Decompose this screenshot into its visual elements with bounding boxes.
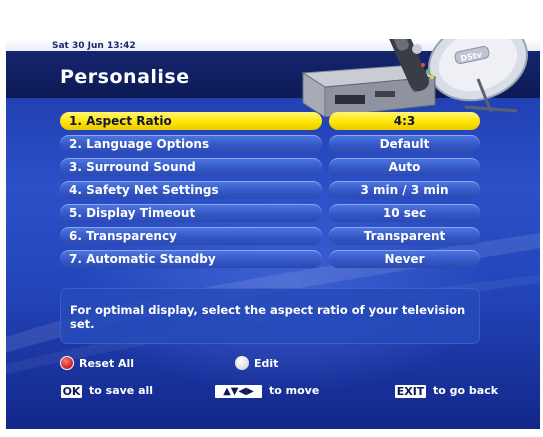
ok-key-icon[interactable]: OK xyxy=(61,385,82,398)
help-text: For optimal display, select the aspect r… xyxy=(70,303,466,331)
menu-item-surround-sound[interactable]: 3. Surround Sound xyxy=(60,158,322,176)
menu-item-automatic-standby[interactable]: 7. Automatic Standby xyxy=(60,250,322,268)
go-back-label: to go back xyxy=(433,384,499,397)
page-title: Personalise xyxy=(60,66,190,88)
move-label: to move xyxy=(269,384,320,397)
value-safety-net-settings[interactable]: 3 min / 3 min xyxy=(329,181,480,199)
value-aspect-ratio[interactable]: 4:3 xyxy=(329,112,480,130)
date-time: Sat 30 Jun 13:42 xyxy=(52,41,136,51)
tv-menu-screen: Sat 30 Jun 13:42 Personalise DStv 1. Asp… xyxy=(6,39,540,429)
screen: Sat 30 Jun 13:42 Personalise DStv 1. Asp… xyxy=(0,0,543,437)
menu-item-transparency[interactable]: 6. Transparency xyxy=(60,227,322,245)
red-button-icon[interactable] xyxy=(60,356,74,370)
save-all-label: to save all xyxy=(89,384,154,397)
reset-all-label[interactable]: Reset All xyxy=(79,357,134,371)
value-transparency[interactable]: Transparent xyxy=(329,227,480,245)
value-surround-sound[interactable]: Auto xyxy=(329,158,480,176)
menu-item-display-timeout[interactable]: 5. Display Timeout xyxy=(60,204,322,222)
decoder-remote-dish-image: DStv xyxy=(301,39,528,117)
help-panel: For optimal display, select the aspect r… xyxy=(60,288,480,344)
exit-key-icon[interactable]: EXIT xyxy=(395,385,426,398)
menu-item-language-options[interactable]: 2. Language Options xyxy=(60,135,322,153)
menu-item-safety-net-settings[interactable]: 4. Safety Net Settings xyxy=(60,181,322,199)
value-automatic-standby[interactable]: Never xyxy=(329,250,480,268)
value-display-timeout[interactable]: 10 sec xyxy=(329,204,480,222)
white-button-icon[interactable] xyxy=(235,356,249,370)
value-language-options[interactable]: Default xyxy=(329,135,480,153)
edit-label[interactable]: Edit xyxy=(254,357,278,371)
menu-item-aspect-ratio[interactable]: 1. Aspect Ratio xyxy=(60,112,322,130)
arrow-keys-icon[interactable]: ▲▼◀▶ xyxy=(215,385,262,398)
